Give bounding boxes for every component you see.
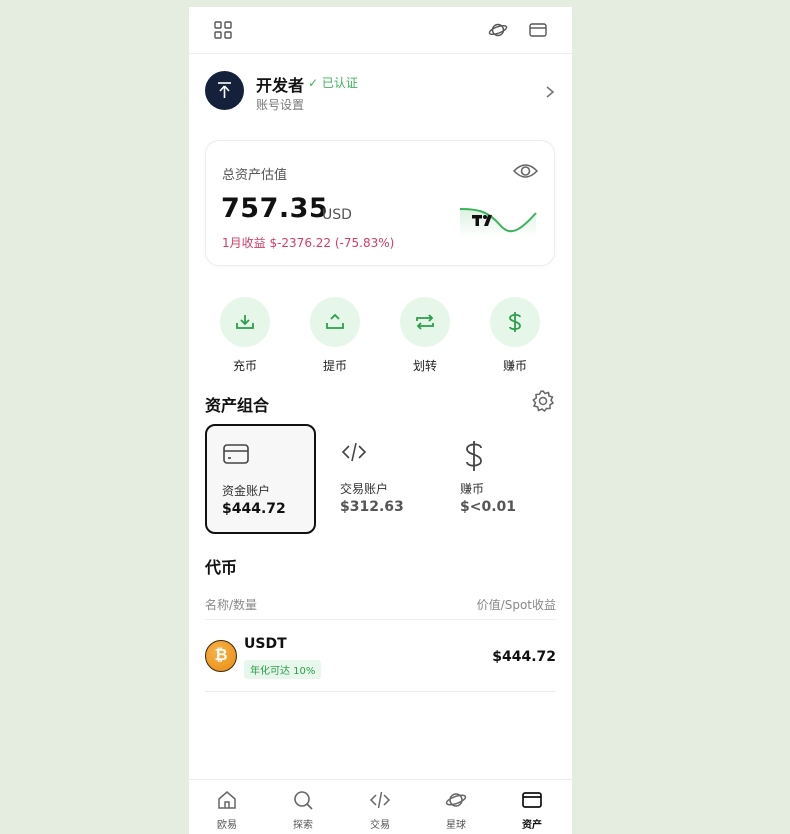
earn-account-card[interactable]: 赚币 $<0.01: [445, 424, 553, 532]
nav-label: 欧易: [217, 820, 237, 831]
transfer-button[interactable]: 划转: [398, 297, 452, 377]
trading-account-card[interactable]: 交易账户 $312.63: [325, 424, 433, 532]
gear-icon[interactable]: [531, 389, 555, 417]
wallet-icon[interactable]: [528, 20, 548, 40]
total-asset-label: 总资产估值: [222, 168, 288, 183]
token-value: $444.72: [492, 649, 556, 665]
nav-home[interactable]: 欧易: [189, 780, 265, 834]
withdraw-icon: [310, 297, 360, 347]
nav-label: 星球: [446, 820, 466, 831]
quick-actions: 充币 提币 划转 赚币: [189, 297, 572, 377]
nav-trade[interactable]: 交易: [342, 780, 418, 834]
grid-icon[interactable]: [213, 20, 233, 40]
home-icon: [218, 791, 236, 809]
withdraw-button[interactable]: 提币: [308, 297, 362, 377]
coin-icon: ₿: [205, 640, 237, 672]
column-value-pnl[interactable]: 价值/Spot收益: [477, 596, 556, 613]
divider: [205, 619, 556, 620]
eye-icon[interactable]: [512, 161, 539, 185]
wallet-icon: [522, 792, 542, 808]
nav-label: 交易: [370, 820, 390, 831]
sparkline-chart[interactable]: [458, 203, 538, 241]
nav-label: 资产: [522, 820, 542, 831]
verified-badge: ✓ 已认证: [308, 76, 358, 90]
funding-account-card[interactable]: 资金账户 $444.72: [205, 424, 316, 534]
account-value: $444.72: [222, 501, 286, 517]
nav-label: 探索: [293, 820, 313, 831]
deposit-icon: [220, 297, 270, 347]
total-asset-amount: 757.35: [221, 193, 329, 224]
earn-label: 赚币: [502, 359, 527, 373]
account-name: 交易账户: [340, 482, 389, 496]
planet-icon: [445, 793, 467, 807]
account-settings-link[interactable]: 账号设置: [256, 96, 304, 113]
top-bar: [189, 7, 572, 54]
earn-button[interactable]: 赚币: [488, 297, 542, 377]
tokens-title: 代币: [205, 558, 238, 577]
wallet-icon: [222, 442, 250, 470]
upload-arrow-icon: [218, 82, 231, 98]
nav-assets[interactable]: 资产: [494, 780, 570, 834]
currency-label: USD: [322, 207, 352, 223]
dollar-icon: [490, 297, 540, 347]
account-value: $312.63: [340, 499, 404, 515]
token-row[interactable]: ₿ USDT 年化可达 10% $444.72: [205, 635, 556, 692]
account-name: 赚币: [460, 482, 485, 496]
column-name-qty: 名称/数量: [205, 598, 258, 612]
account-cards: 资金账户 $444.72 交易账户 $312.63 赚币 $<0.01: [205, 424, 565, 536]
nav-explore[interactable]: 探索: [265, 780, 341, 834]
profile-row[interactable]: 开发者 ✓ 已认证 账号设置: [205, 71, 555, 113]
apy-tag[interactable]: 年化可达 10%: [244, 660, 322, 679]
token-symbol: USDT: [244, 636, 287, 652]
account-name: 资金账户: [222, 484, 271, 498]
transfer-label: 划转: [412, 359, 437, 373]
pnl-text: 1月收益 $-2376.22 (-75.83%): [222, 236, 395, 250]
deposit-button[interactable]: 充币: [218, 297, 272, 377]
app-screen: 开发者 ✓ 已认证 账号设置 总资产估值 757.35 USD 1月收益 $-2…: [189, 7, 572, 834]
token-table-header: 名称/数量 价值/Spot收益: [205, 596, 556, 613]
user-name: 开发者: [256, 76, 305, 95]
portfolio-title: 资产组合: [205, 396, 270, 415]
nav-planet[interactable]: 星球: [418, 780, 494, 834]
deposit-label: 充币: [232, 359, 257, 373]
account-value: $<0.01: [460, 499, 517, 515]
code-icon: [340, 440, 368, 468]
avatar[interactable]: [205, 71, 244, 110]
planet-icon[interactable]: [488, 20, 508, 40]
code-icon: [369, 791, 391, 809]
withdraw-label: 提币: [322, 359, 347, 373]
total-asset-card: 总资产估值 757.35 USD 1月收益 $-2376.22 (-75.83%…: [205, 140, 555, 266]
chevron-right-icon[interactable]: [545, 84, 555, 103]
bottom-nav: 欧易 探索 交易 星球 资产: [189, 779, 572, 834]
search-icon: [294, 791, 313, 810]
dollar-icon: [460, 440, 488, 476]
transfer-icon: [400, 297, 450, 347]
